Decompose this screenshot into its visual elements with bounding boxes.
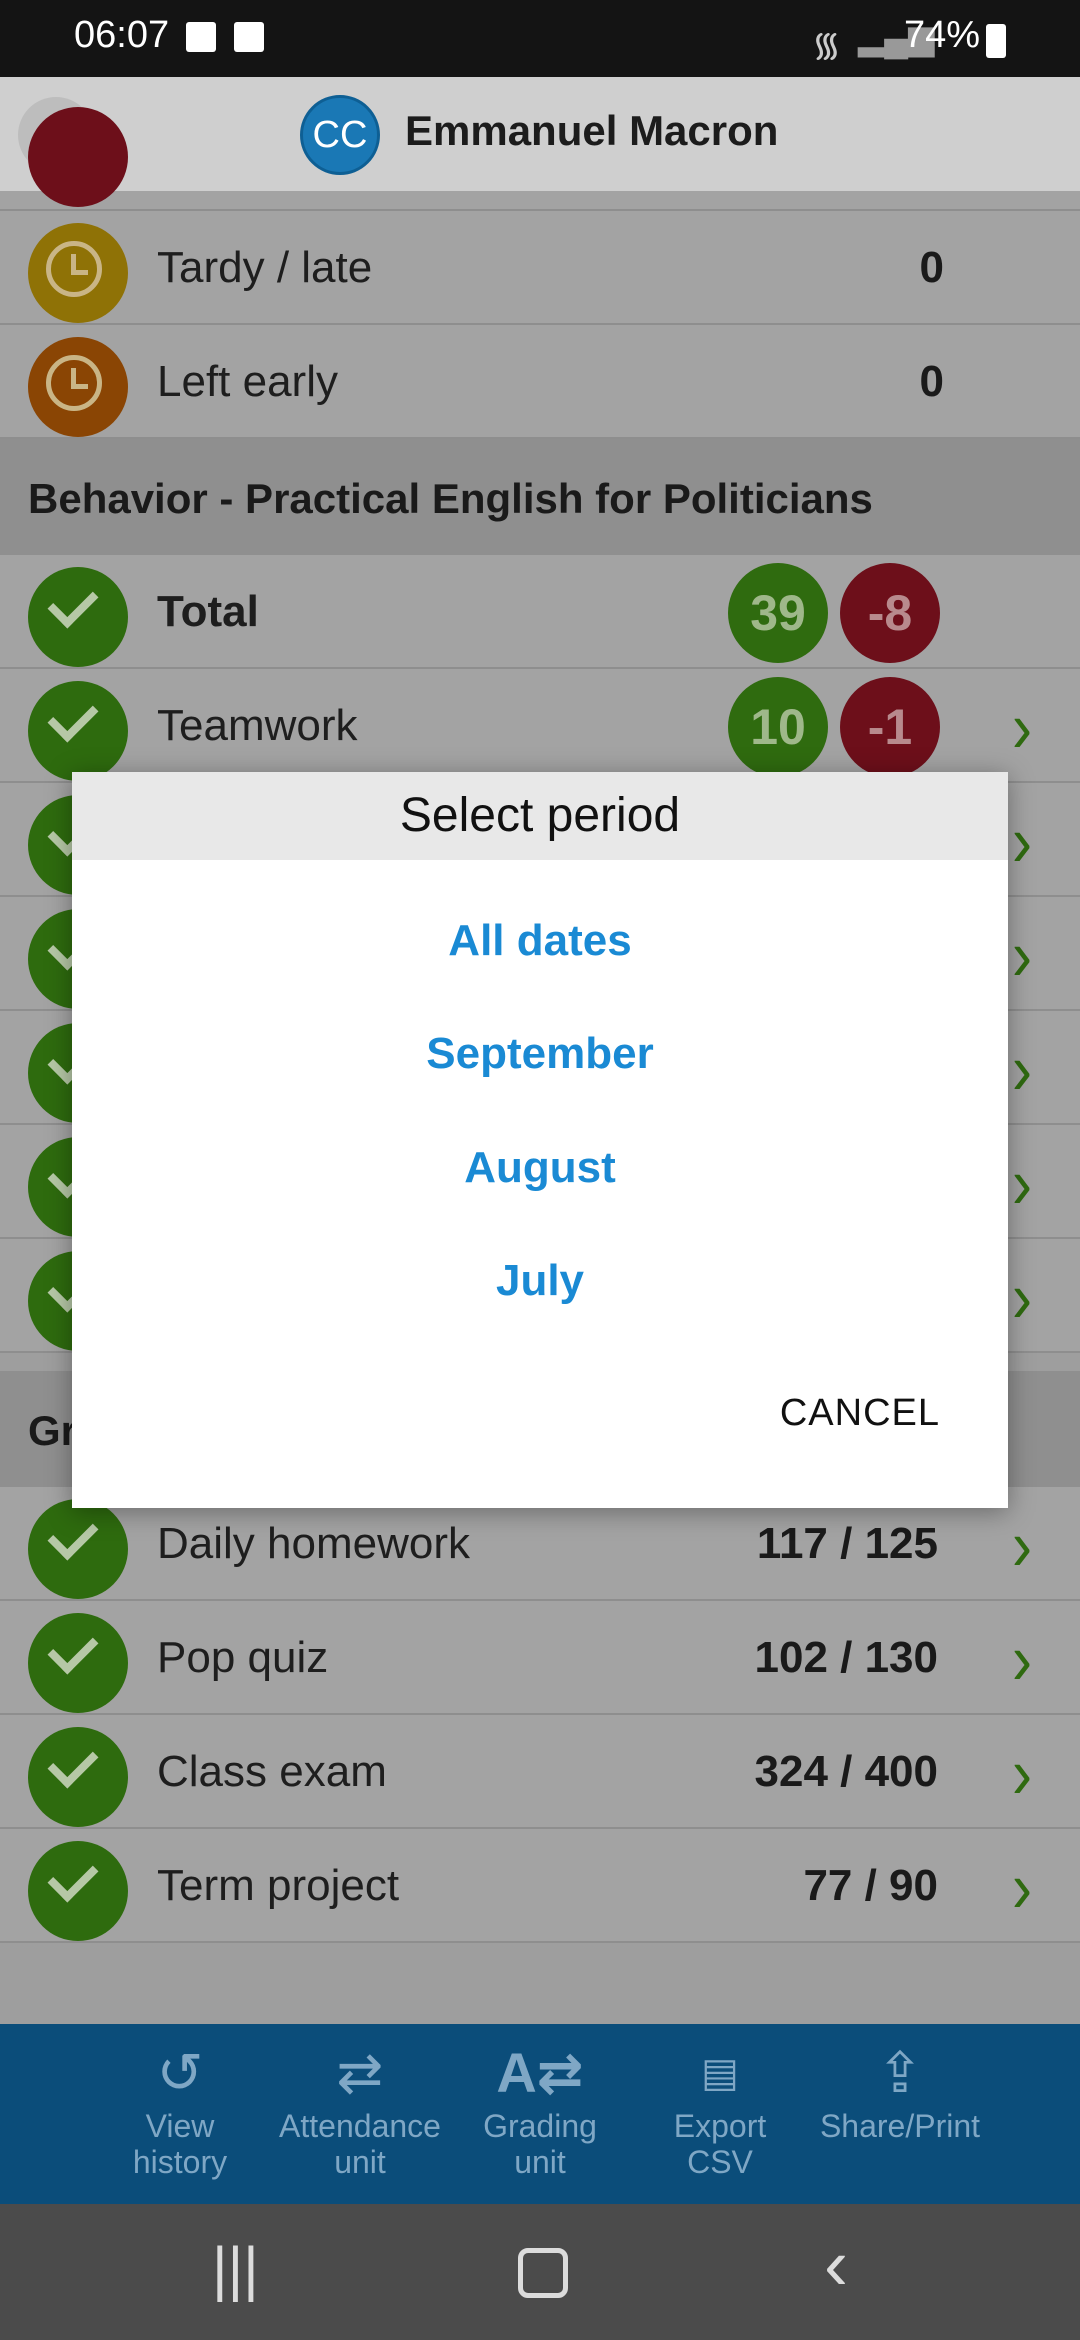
share-print-button[interactable]: ⇪ Share/Print (810, 2038, 990, 2198)
attendance-swap-icon: ⇄ (336, 2041, 384, 2104)
period-option-july[interactable]: July (72, 1236, 1008, 1326)
student-name: Emmanuel Macron (405, 107, 779, 154)
wifi-icon: ᯾ (812, 26, 841, 64)
chevron-right-icon: › (1012, 1029, 1032, 1110)
status-icon (28, 107, 128, 207)
toolbar-label: Share/Print (819, 2108, 981, 2144)
chevron-right-icon: › (1012, 1505, 1032, 1586)
cancel-button[interactable]: CANCEL (780, 1392, 940, 1435)
negative-points-badge: -1 (840, 677, 940, 777)
checkmark-icon (28, 1727, 128, 1827)
app-header: ‹ CC Emmanuel Macron (0, 77, 1080, 191)
period-option-september[interactable]: September (72, 1009, 1008, 1099)
section-title: Behavior - Practical English for Politic… (28, 475, 873, 522)
list-item (0, 107, 1080, 211)
section-header-behavior: Behavior - Practical English for Politic… (0, 439, 1080, 555)
export-csv-button[interactable]: ▤ Export CSV (630, 2038, 810, 2198)
chevron-right-icon: › (1012, 1733, 1032, 1814)
positive-points-badge: 39 (728, 563, 828, 663)
attendance-unit-button[interactable]: ⇄ Attendance unit (270, 2038, 450, 2198)
row-value: 324 / 400 (754, 1747, 939, 1796)
chevron-right-icon: › (1012, 687, 1032, 768)
row-value: 102 / 130 (754, 1633, 939, 1682)
select-period-dialog: Select period All dates September August… (72, 772, 1008, 1508)
battery-icon (986, 24, 1006, 58)
chevron-right-icon: › (1012, 801, 1032, 882)
bottom-toolbar: ↺ View history ⇄ Attendance unit A⇄ Grad… (0, 2024, 1080, 2204)
csv-export-icon: ▤ (701, 2051, 739, 2095)
grade-row-term-project[interactable]: Term project 77 / 90 › (0, 1829, 1080, 1943)
avatar: CC (300, 95, 380, 175)
back-nav-icon[interactable]: ‹ (824, 2224, 848, 2306)
behavior-row-teamwork[interactable]: Teamwork 10 -1 › (0, 669, 1080, 783)
attendance-row-left-early[interactable]: Left early 0 (0, 325, 1080, 439)
checkmark-icon (28, 567, 128, 667)
row-label: Daily homework (157, 1519, 470, 1568)
recent-apps-icon[interactable]: ||| (212, 2234, 259, 2303)
checkmark-icon (28, 1841, 128, 1941)
positive-points-badge: 10 (728, 677, 828, 777)
share-icon: ⇪ (876, 2041, 924, 2104)
chevron-right-icon: › (1012, 915, 1032, 996)
battery-percent: 74% (903, 14, 980, 56)
clock-icon (28, 223, 128, 323)
view-history-button[interactable]: ↺ View history (90, 2038, 270, 2198)
row-label: Tardy / late (157, 243, 373, 292)
period-option-all-dates[interactable]: All dates (72, 896, 1008, 986)
clock-icon (28, 337, 128, 437)
row-value: 0 (919, 357, 944, 406)
dialog-title: Select period (72, 772, 1008, 860)
grade-row-pop-quiz[interactable]: Pop quiz 102 / 130 › (0, 1601, 1080, 1715)
behavior-row-total[interactable]: Total 39 -8 (0, 555, 1080, 669)
gallery-notification-icon (186, 22, 216, 52)
grade-row-class-exam[interactable]: Class exam 324 / 400 › (0, 1715, 1080, 1829)
row-value: 117 / 125 (756, 1519, 938, 1568)
chevron-right-icon: › (1012, 1143, 1032, 1224)
status-bar: 06:07 ᯾ ▂▄▆ 74% (0, 0, 1080, 77)
status-time: 06:07 (74, 14, 170, 56)
row-label: Total (157, 587, 259, 636)
negative-points-badge: -8 (840, 563, 940, 663)
toolbar-label: Export CSV (673, 2108, 767, 2180)
system-nav-bar: ||| ‹ (0, 2204, 1080, 2340)
row-label: Pop quiz (157, 1633, 329, 1682)
section-title: Gr (28, 1407, 78, 1454)
toolbar-label: View history (132, 2108, 228, 2180)
toolbar-label: Attendance unit (279, 2108, 441, 2180)
checkbox-notification-icon (234, 22, 264, 52)
row-label: Term project (157, 1861, 400, 1910)
row-label: Teamwork (157, 701, 358, 750)
chevron-right-icon: › (1012, 1257, 1032, 1338)
row-label: Class exam (157, 1747, 387, 1796)
history-icon: ↺ (156, 2041, 204, 2104)
checkmark-icon (28, 1499, 128, 1599)
grading-swap-icon: A⇄ (496, 2041, 584, 2104)
checkmark-icon (28, 681, 128, 781)
row-value: 77 / 90 (803, 1861, 938, 1910)
attendance-row-tardy[interactable]: Tardy / late 0 (0, 211, 1080, 325)
chevron-right-icon: › (1012, 1847, 1032, 1928)
chevron-right-icon: › (1012, 1619, 1032, 1700)
row-label: Left early (157, 357, 338, 406)
period-option-august[interactable]: August (72, 1123, 1008, 1213)
toolbar-label: Grading unit (483, 2108, 597, 2180)
checkmark-icon (28, 1613, 128, 1713)
home-icon[interactable] (518, 2248, 568, 2298)
grading-unit-button[interactable]: A⇄ Grading unit (450, 2038, 630, 2198)
row-value: 0 (919, 243, 944, 292)
